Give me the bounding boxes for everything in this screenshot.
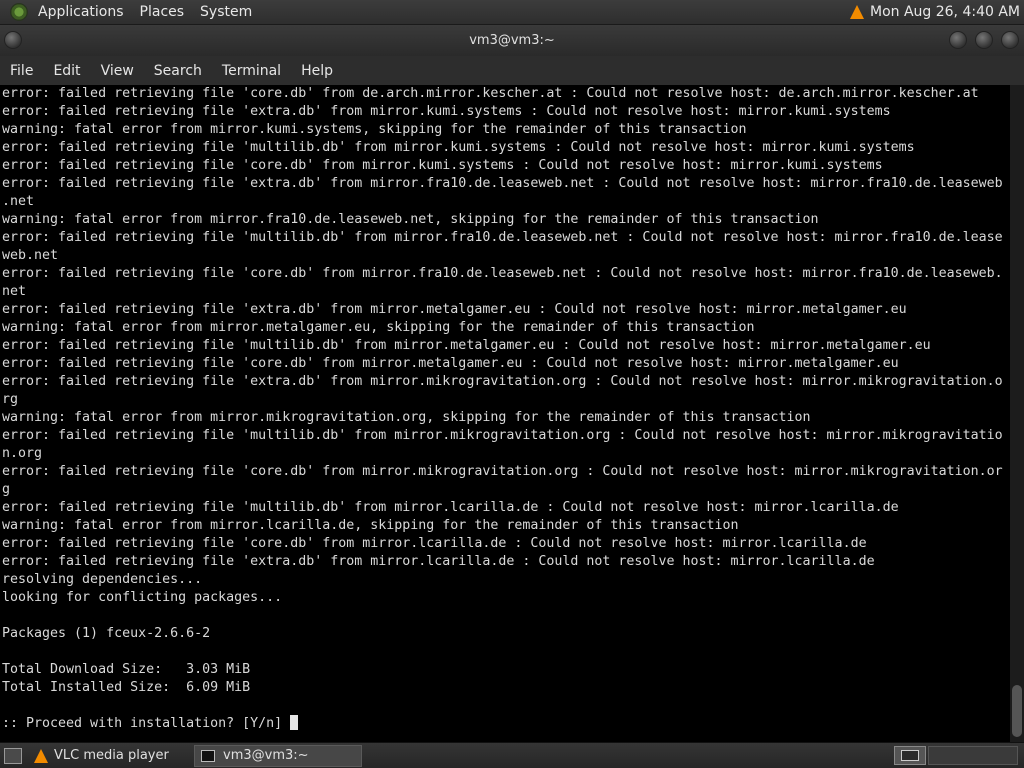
- terminal-line: rg: [2, 392, 19, 407]
- workspace-1[interactable]: [894, 746, 926, 765]
- terminal-line: g: [2, 482, 11, 497]
- menu-help[interactable]: Help: [291, 63, 343, 79]
- prompt-text: :: Proceed with installation? [Y/n]: [2, 716, 291, 731]
- terminal-output[interactable]: error: failed retrieving file 'core.db' …: [0, 85, 1010, 742]
- terminal-line: Total Download Size: 3.03 MiB: [2, 662, 251, 677]
- terminal-line: Packages (1) fceux-2.6.6-2: [2, 626, 211, 641]
- distro-logo-icon: [10, 3, 28, 21]
- taskbar-item-terminal[interactable]: vm3@vm3:~: [194, 744, 362, 767]
- terminal-line: warning: fatal error from mirror.fra10.d…: [2, 212, 819, 227]
- taskbar-item-label: vm3@vm3:~: [223, 748, 309, 763]
- menu-search[interactable]: Search: [144, 63, 212, 79]
- menu-edit[interactable]: Edit: [43, 63, 90, 79]
- terminal-line: error: failed retrieving file 'multilib.…: [2, 338, 931, 353]
- terminal-line: error: failed retrieving file 'extra.db'…: [2, 302, 907, 317]
- terminal-line: error: failed retrieving file 'extra.db'…: [2, 176, 1003, 191]
- terminal-line: error: failed retrieving file 'core.db' …: [2, 356, 899, 371]
- clock[interactable]: Mon Aug 26, 4:40 AM: [870, 4, 1020, 20]
- terminal-line: warning: fatal error from mirror.lcarill…: [2, 518, 739, 533]
- terminal-line: error: failed retrieving file 'extra.db'…: [2, 104, 891, 119]
- places-menu[interactable]: Places: [140, 4, 185, 20]
- taskbar-item-vlc[interactable]: VLC media player: [28, 745, 190, 767]
- window-titlebar[interactable]: vm3@vm3:~: [0, 25, 1024, 56]
- window-title: vm3@vm3:~: [469, 33, 555, 48]
- window-menu-icon[interactable]: [4, 31, 22, 49]
- terminal-line: error: failed retrieving file 'core.db' …: [2, 266, 1003, 281]
- terminal-scrollbar[interactable]: [1010, 85, 1024, 742]
- terminal-line: error: failed retrieving file 'core.db' …: [2, 536, 867, 551]
- close-icon[interactable]: [1001, 31, 1019, 49]
- terminal-line: warning: fatal error from mirror.metalga…: [2, 320, 755, 335]
- terminal-line: error: failed retrieving file 'core.db' …: [2, 158, 883, 173]
- terminal-line: error: failed retrieving file 'multilib.…: [2, 140, 915, 155]
- workspace-switcher[interactable]: [928, 746, 1018, 765]
- taskbar-item-label: VLC media player: [54, 748, 169, 763]
- terminal-icon: [201, 749, 215, 762]
- terminal-line: error: failed retrieving file 'multilib.…: [2, 230, 1003, 245]
- terminal-line: looking for conflicting packages...: [2, 590, 283, 605]
- terminal-line: web.net: [2, 248, 59, 263]
- terminal-line: n.org: [2, 446, 43, 461]
- terminal-line: error: failed retrieving file 'core.db' …: [2, 464, 1003, 479]
- terminal-line: error: failed retrieving file 'multilib.…: [2, 500, 899, 515]
- vlc-cone-icon[interactable]: [849, 5, 864, 19]
- terminal-line: resolving dependencies...: [2, 572, 203, 587]
- vlc-cone-icon: [34, 748, 48, 763]
- menu-file[interactable]: File: [0, 63, 43, 79]
- terminal-prompt[interactable]: :: Proceed with installation? [Y/n]: [2, 715, 1010, 733]
- terminal-line: net: [2, 284, 27, 299]
- show-desktop-icon[interactable]: [4, 747, 22, 764]
- terminal-line: Total Installed Size: 6.09 MiB: [2, 680, 251, 695]
- terminal-line: .net: [2, 194, 35, 209]
- text-cursor: [290, 715, 299, 730]
- scrollbar-thumb[interactable]: [1012, 685, 1022, 737]
- system-menu[interactable]: System: [200, 4, 252, 20]
- minimize-icon[interactable]: [949, 31, 967, 49]
- top-panel: Applications Places System Mon Aug 26, 4…: [0, 0, 1024, 25]
- menu-view[interactable]: View: [91, 63, 144, 79]
- bottom-panel: VLC media player vm3@vm3:~: [0, 742, 1024, 768]
- terminal-line: error: failed retrieving file 'extra.db'…: [2, 554, 875, 569]
- applications-menu[interactable]: Applications: [38, 4, 124, 20]
- terminal-line: error: failed retrieving file 'core.db' …: [2, 86, 979, 101]
- maximize-icon[interactable]: [975, 31, 993, 49]
- terminal-line: warning: fatal error from mirror.kumi.sy…: [2, 122, 747, 137]
- terminal-line: error: failed retrieving file 'multilib.…: [2, 428, 1003, 443]
- menubar: File Edit View Search Terminal Help: [0, 56, 1024, 85]
- menu-terminal[interactable]: Terminal: [212, 63, 291, 79]
- terminal-line: error: failed retrieving file 'extra.db'…: [2, 374, 1003, 389]
- terminal-line: warning: fatal error from mirror.mikrogr…: [2, 410, 811, 425]
